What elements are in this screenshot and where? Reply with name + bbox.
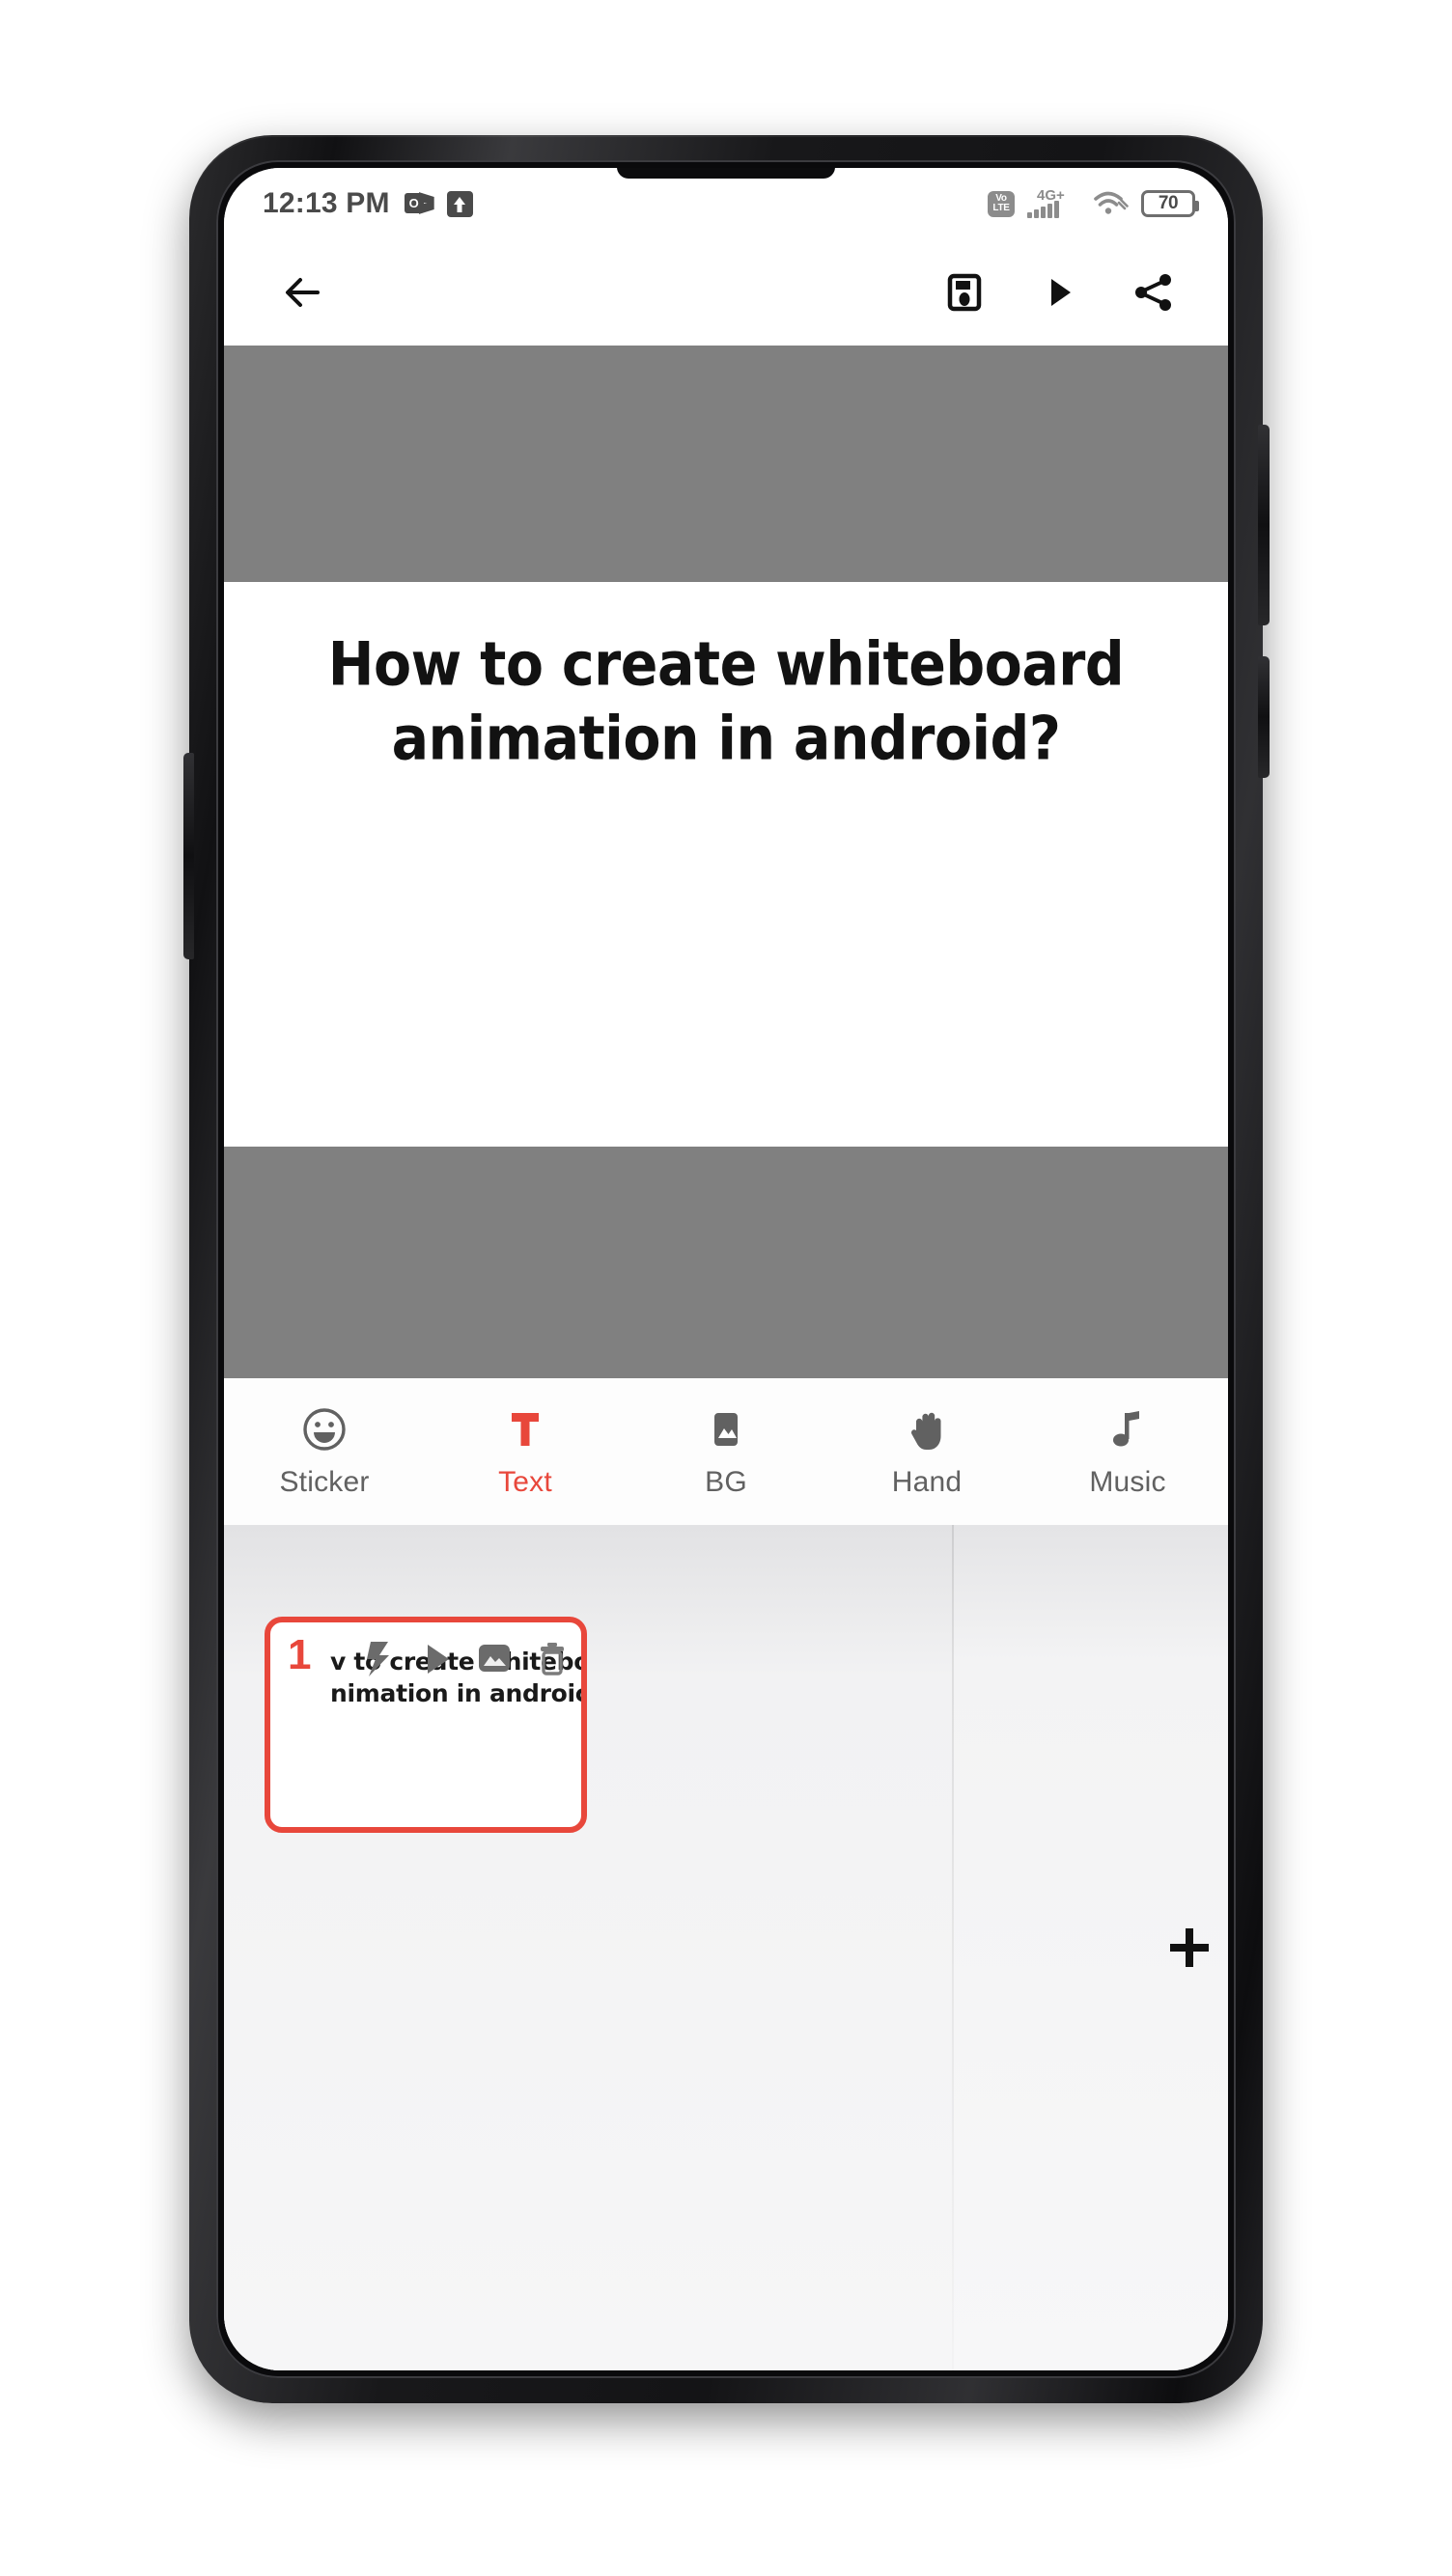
- tool-item-sticker[interactable]: Sticker: [224, 1378, 425, 1525]
- share-icon: [1135, 274, 1171, 311]
- tool-item-music[interactable]: Music: [1027, 1378, 1228, 1525]
- slide-overlay-actions: [357, 1638, 573, 1680]
- wifi-icon: [1094, 190, 1129, 217]
- tool-label-music: Music: [1089, 1466, 1166, 1498]
- preview-area[interactable]: How to create whiteboard animation in an…: [224, 346, 1228, 1378]
- timeline-slide-card[interactable]: 1 v to create whitebo nimation in androi…: [265, 1617, 587, 1833]
- timeline-strip: 1 v to create whitebo nimation in androi…: [224, 1525, 1228, 2370]
- slide-number-label: 1: [288, 1631, 312, 1678]
- status-clock: 12:13 PM: [263, 187, 390, 219]
- play-icon: [1051, 279, 1071, 306]
- outlook-icon: O: [404, 191, 434, 216]
- hand-icon: [903, 1404, 951, 1454]
- play-button[interactable]: [1023, 257, 1095, 328]
- back-arrow-icon: [286, 278, 320, 307]
- power-key[interactable]: [1258, 656, 1270, 778]
- status-bar: 12:13 PM O Vo LTE 4G+ 70: [224, 168, 1228, 239]
- transition-bolt-icon[interactable]: [357, 1638, 400, 1680]
- save-button[interactable]: [929, 257, 1000, 328]
- toolbar-actions: [929, 257, 1189, 328]
- phone-device-frame: 12:13 PM O Vo LTE 4G+ 70 How to create w…: [183, 135, 1270, 2403]
- tool-label-sticker: Sticker: [279, 1466, 370, 1498]
- status-system-icons: Vo LTE 4G+ 70: [988, 187, 1199, 218]
- tool-label-hand: Hand: [891, 1466, 963, 1498]
- upload-icon: [446, 190, 473, 217]
- canvas-slide[interactable]: How to create whiteboard animation in an…: [224, 582, 1228, 1147]
- save-icon: [947, 273, 982, 312]
- timeline-scroll-area[interactable]: 1 v to create whitebo nimation in androi…: [224, 1525, 952, 2370]
- share-button[interactable]: [1118, 257, 1189, 328]
- image-icon: [702, 1404, 750, 1454]
- status-notification-icons: O: [404, 190, 473, 217]
- tool-item-hand[interactable]: Hand: [826, 1378, 1027, 1525]
- tool-label-text: Text: [498, 1466, 552, 1498]
- canvas-slide-text[interactable]: How to create whiteboard animation in an…: [311, 628, 1141, 776]
- volume-rocker-key[interactable]: [1258, 425, 1270, 625]
- music-note-icon: [1103, 1404, 1152, 1454]
- text-T-icon: [501, 1404, 549, 1454]
- tool-item-bg[interactable]: BG: [626, 1378, 826, 1525]
- top-toolbar: [224, 239, 1228, 346]
- sim-tray-key[interactable]: [183, 753, 194, 959]
- signal-bars: [1027, 201, 1059, 218]
- tool-label-bg: BG: [705, 1466, 747, 1498]
- battery-icon: 70: [1141, 190, 1199, 217]
- timeline-divider: [952, 1525, 954, 2370]
- tool-nav-bar: Sticker Text BG Hand Music: [224, 1378, 1228, 1525]
- image-icon[interactable]: [473, 1638, 516, 1680]
- earpiece-speaker: [617, 168, 835, 179]
- battery-level-label: 70: [1158, 193, 1179, 213]
- smiley-icon: [300, 1404, 349, 1454]
- phone-screen: 12:13 PM O Vo LTE 4G+ 70 How to create w…: [224, 168, 1228, 2370]
- play-icon[interactable]: [415, 1638, 458, 1680]
- back-button[interactable]: [266, 257, 338, 328]
- delete-trash-icon[interactable]: [531, 1638, 573, 1680]
- volte-icon: Vo LTE: [988, 190, 1015, 217]
- cellular-signal-icon: 4G+: [1027, 187, 1081, 218]
- tool-item-text[interactable]: Text: [425, 1378, 626, 1525]
- add-slide-button[interactable]: [1143, 1901, 1228, 1994]
- plus-icon: [1170, 1928, 1209, 1967]
- volte-icon-bottom: LTE: [992, 203, 1010, 213]
